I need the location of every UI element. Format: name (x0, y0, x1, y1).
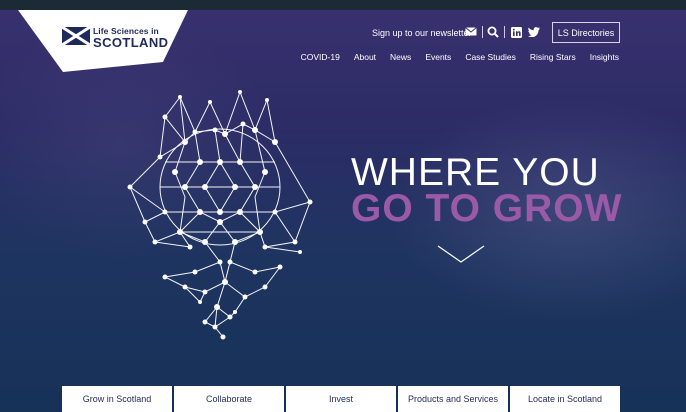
nav-item-news[interactable]: News (390, 52, 411, 66)
nav-item-about[interactable]: About (354, 52, 376, 66)
nav-item-events[interactable]: Events (425, 52, 451, 66)
nav-item-rising-stars[interactable]: Rising Stars (530, 52, 576, 66)
linkedin-icon[interactable] (511, 27, 522, 38)
chevron-down-icon[interactable] (436, 242, 486, 266)
newsletter-label: Sign up to our newsletter (372, 28, 472, 38)
bottom-button-bar: Grow in Scotland Collaborate Invest Prod… (62, 386, 620, 412)
products-and-services-button[interactable]: Products and Services (398, 386, 508, 412)
separator (504, 26, 505, 38)
hero-page: Life Sciences in SCOTLAND Sign up to our… (0, 0, 686, 412)
invest-button[interactable]: Invest (286, 386, 396, 412)
logo-title: SCOTLAND (93, 35, 169, 50)
nav-item-case-studies[interactable]: Case Studies (465, 52, 516, 66)
locate-in-scotland-button[interactable]: Locate in Scotland (510, 386, 620, 412)
main-nav: COVID-19 About News Events Case Studies … (301, 52, 619, 66)
top-strip (0, 0, 686, 10)
ls-directories-button[interactable]: LS Directories (552, 22, 620, 43)
search-icon[interactable] (487, 26, 499, 38)
collaborate-button[interactable]: Collaborate (174, 386, 284, 412)
nav-item-insights[interactable]: Insights (590, 52, 619, 66)
newsletter-link[interactable]: Sign up to our newsletter (372, 22, 472, 44)
thistle-network-illustration (127, 90, 313, 340)
hero-headline-line2: GO TO GROW (351, 187, 623, 230)
twitter-icon[interactable] (528, 27, 540, 37)
saltire-flag-icon (62, 27, 90, 45)
separator (482, 26, 483, 38)
envelope-icon[interactable] (465, 27, 477, 36)
nav-item-covid[interactable]: COVID-19 (301, 52, 340, 66)
grow-in-scotland-button[interactable]: Grow in Scotland (62, 386, 172, 412)
